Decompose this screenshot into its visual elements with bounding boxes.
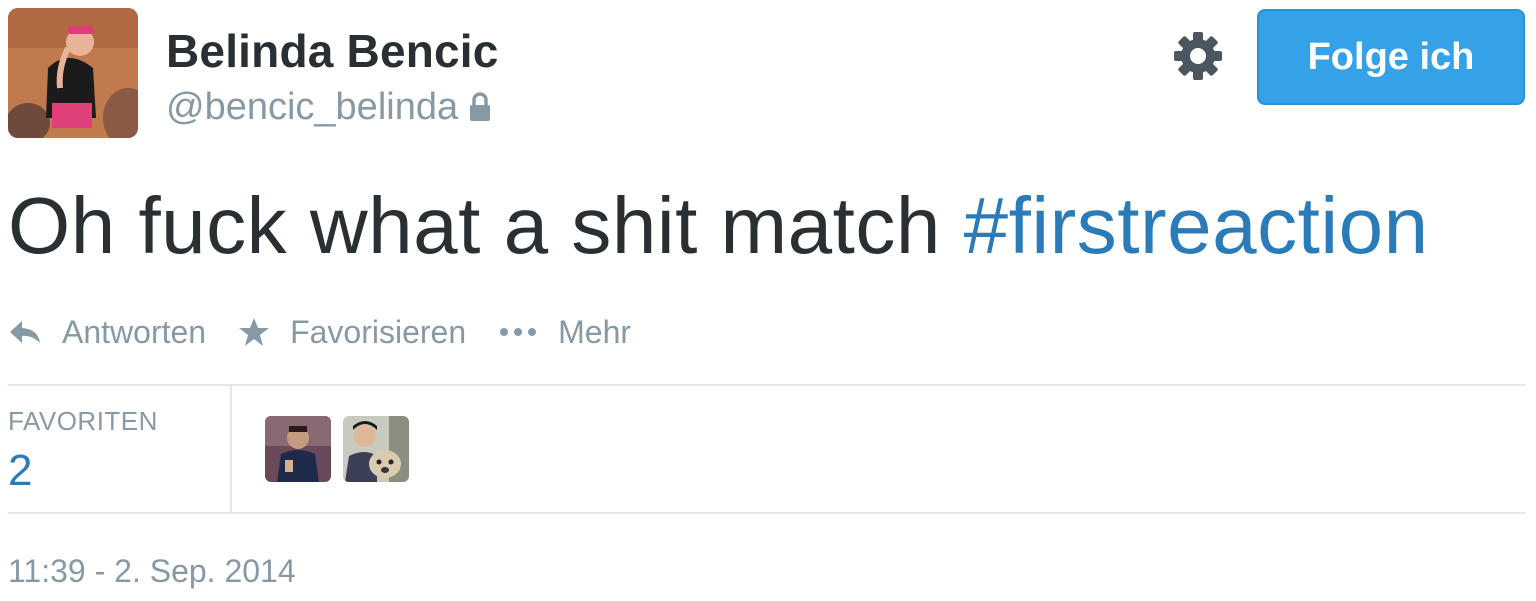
tweet-body: Oh fuck what a shit match <box>8 181 964 270</box>
favorite-button[interactable]: Favorisieren <box>238 314 466 351</box>
star-icon <box>239 318 270 346</box>
stats-separator <box>230 386 232 512</box>
handle-row: @bencic_belinda <box>166 84 492 130</box>
reply-label: Antworten <box>62 313 207 350</box>
favorites-count[interactable]: 2 <box>8 446 32 496</box>
lock-icon <box>468 92 492 122</box>
favorites-label: FAVORITEN <box>8 406 158 436</box>
favoriter-avatar[interactable] <box>265 416 331 482</box>
user-handle[interactable]: @bencic_belinda <box>166 86 458 129</box>
more-label: Mehr <box>558 313 632 350</box>
gear-icon[interactable] <box>1172 30 1224 82</box>
tweet-actions: Antworten Favorisieren Mehr <box>8 310 663 354</box>
timestamp[interactable]: 11:39 - 2. Sep. 2014 <box>8 553 296 590</box>
hashtag-link[interactable]: #firstreaction <box>964 181 1429 270</box>
profile-avatar[interactable] <box>8 8 138 138</box>
favorite-label: Favorisieren <box>290 313 467 350</box>
follow-button[interactable]: Folge ich <box>1257 9 1525 105</box>
reply-icon <box>10 321 40 343</box>
tweet-card: Belinda Bencic @bencic_belinda Folge ich… <box>0 0 1536 601</box>
tweet-text: Oh fuck what a shit match #firstreaction <box>8 180 1429 272</box>
divider-top <box>8 384 1525 386</box>
divider-bottom <box>8 512 1525 514</box>
reply-button[interactable]: Antworten <box>8 314 206 351</box>
favoriter-avatar[interactable] <box>343 416 409 482</box>
display-name[interactable]: Belinda Bencic <box>166 24 499 78</box>
more-button[interactable]: Mehr <box>498 314 631 351</box>
more-dots-icon <box>500 328 537 336</box>
